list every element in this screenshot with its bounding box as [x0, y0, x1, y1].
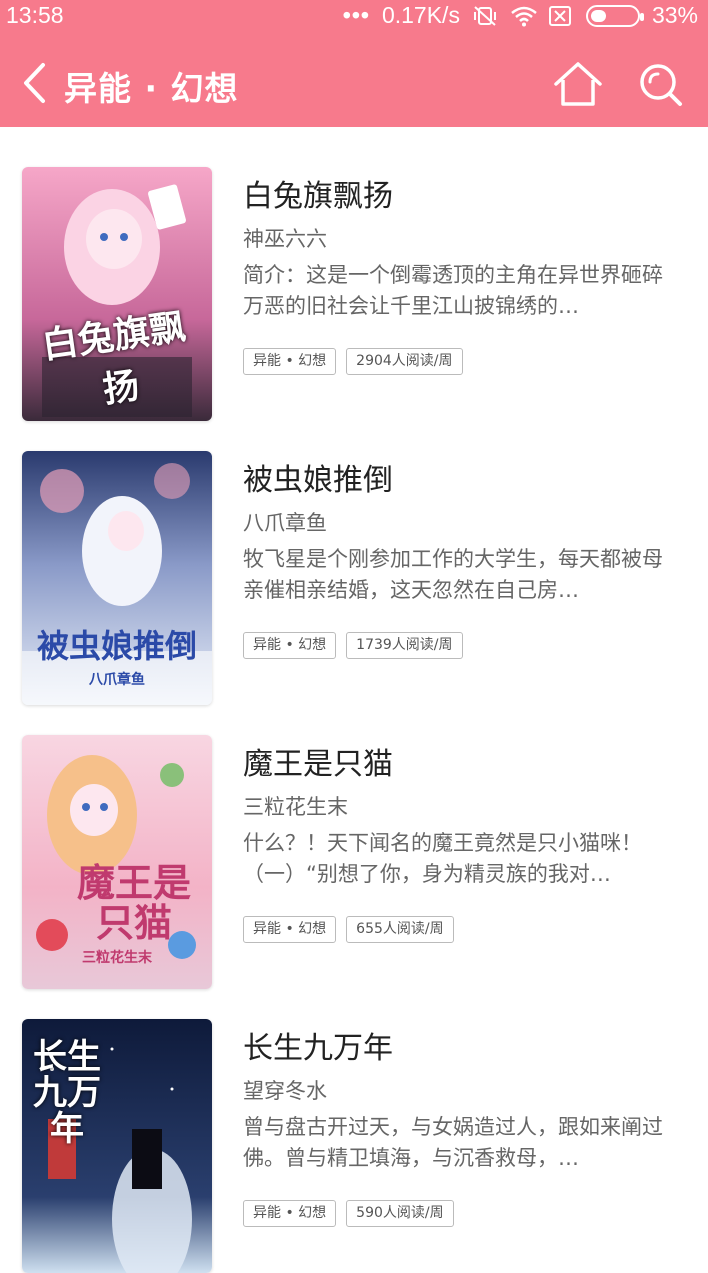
cover-title: 被虫娘推倒: [36, 627, 197, 665]
category-tag: 异能 • 幻想: [243, 348, 337, 375]
book-title: 被虫娘推倒: [243, 463, 393, 498]
book-intro: 简介：这是一个倒霉透顶的主角在异世界砸碎万恶的旧社会让千里江山披锦绣的…: [243, 263, 663, 318]
book-cover[interactable]: 被虫娘推倒 八爪章鱼: [22, 451, 212, 705]
cover-title: 魔王是只猫: [76, 860, 191, 945]
home-button[interactable]: [552, 60, 604, 110]
book-item[interactable]: 白兔旗飘扬 白兔旗飘扬 神巫六六 简介：这是一个倒霉透顶的主角在异世界砸碎万恶的…: [0, 127, 708, 421]
cover-title: 长生九万年: [33, 1037, 101, 1149]
book-author: 八爪章鱼: [243, 511, 327, 535]
book-cover[interactable]: 魔王是只猫 三粒花生末: [22, 735, 212, 989]
book-cover[interactable]: 长生九万年: [22, 1019, 212, 1273]
book-tags: 异能 • 幻想 1739人阅读/周: [243, 632, 463, 659]
battery-percent: 33%: [651, 2, 698, 28]
book-author: 望穿冬水: [243, 1079, 327, 1103]
book-item[interactable]: 长生九万年 长生九万年 望穿冬水 曾与盘古开过天，与女娲造过人，跟如来阐过佛。曾…: [0, 979, 708, 1273]
nav-bar: 异能 · 幻想: [0, 40, 708, 126]
book-title: 白兔旗飘扬: [243, 179, 393, 214]
readers-tag: 2904人阅读/周: [346, 348, 463, 375]
search-button[interactable]: [636, 60, 686, 110]
book-list: 白兔旗飘扬 白兔旗飘扬 神巫六六 简介：这是一个倒霉透顶的主角在异世界砸碎万恶的…: [0, 127, 708, 1273]
book-item[interactable]: 被虫娘推倒 八爪章鱼 被虫娘推倒 八爪章鱼 牧飞星是个刚参加工作的大学生，每天都…: [0, 411, 708, 705]
readers-tag: 1739人阅读/周: [346, 632, 463, 659]
book-author: 三粒花生末: [243, 795, 348, 819]
status-time: 13:58: [6, 2, 64, 28]
book-item[interactable]: 魔王是只猫 三粒花生末 魔王是只猫 三粒花生末 什么？！天下闻名的魔王竟然是只小…: [0, 695, 708, 989]
cover-author: 三粒花生末: [82, 950, 152, 966]
cover-title: 白兔旗飘扬: [39, 305, 189, 412]
status-right: ••• 0.17K/s 33%: [343, 2, 698, 29]
category-tag: 异能 • 幻想: [243, 916, 337, 943]
book-tags: 异能 • 幻想 655人阅读/周: [243, 916, 454, 943]
back-chevron-icon: [24, 63, 45, 103]
book-title: 长生九万年: [243, 1031, 393, 1066]
status-bar: 13:58 ••• 0.17K/s 33%: [0, 0, 708, 32]
battery-icon: [585, 4, 644, 27]
book-intro: 什么？！天下闻名的魔王竟然是只小猫咪！（一）“别想了你，身为精灵族的我对…: [243, 831, 642, 886]
net-speed: 0.17K/s: [381, 2, 460, 28]
book-title: 魔王是只猫: [243, 747, 393, 782]
home-icon: [554, 62, 602, 106]
book-intro: 牧飞星是个刚参加工作的大学生，每天都被母亲催相亲结婚，这天忽然在自己房…: [243, 547, 663, 602]
wifi-icon: [510, 5, 537, 27]
sim-icon: [548, 5, 574, 27]
search-icon: [640, 64, 682, 106]
top-bar: 13:58 ••• 0.17K/s 33% 异能 · 幻想: [0, 0, 708, 127]
readers-tag: 655人阅读/周: [346, 916, 454, 943]
cover-author: 八爪章鱼: [89, 672, 145, 688]
category-tag: 异能 • 幻想: [243, 632, 337, 659]
readers-tag: 590人阅读/周: [346, 1200, 454, 1227]
book-author: 神巫六六: [243, 227, 327, 251]
category-tag: 异能 • 幻想: [243, 1200, 337, 1227]
book-cover[interactable]: 白兔旗飘扬: [22, 167, 212, 421]
status-dots: •••: [342, 2, 370, 28]
book-tags: 异能 • 幻想 590人阅读/周: [243, 1200, 454, 1227]
vibrate-off-icon: [472, 5, 498, 27]
back-button[interactable]: [14, 60, 54, 106]
book-intro: 曾与盘古开过天，与女娲造过人，跟如来阐过佛。曾与精卫填海，与沉香救母，…: [243, 1115, 663, 1170]
book-tags: 异能 • 幻想 2904人阅读/周: [243, 348, 463, 375]
page-title: 异能 · 幻想: [64, 69, 239, 108]
